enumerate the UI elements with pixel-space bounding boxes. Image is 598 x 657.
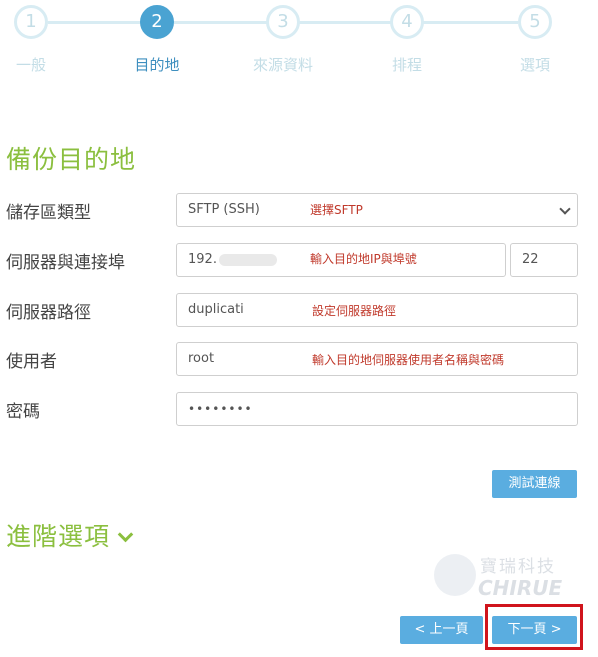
- chevron-down-icon: [559, 203, 571, 215]
- username-value: root: [188, 351, 215, 366]
- step-4-label[interactable]: 排程: [367, 54, 447, 75]
- step-connector: [174, 21, 268, 24]
- server-value: 192.: [188, 252, 217, 267]
- step-1-circle[interactable]: 1: [14, 5, 48, 39]
- server-note: 輸入目的地IP與埠號: [310, 252, 417, 266]
- step-5-label[interactable]: 選項: [495, 54, 575, 75]
- watermark-zh: 寶瑞科技: [480, 557, 556, 577]
- storage-type-note: 選擇SFTP: [310, 203, 363, 217]
- step-3-label[interactable]: 來源資料: [243, 54, 323, 75]
- step-connector: [422, 21, 518, 24]
- step-1-label[interactable]: 一般: [0, 54, 71, 75]
- password-label: 密碼: [6, 402, 40, 422]
- storage-type-select[interactable]: SFTP (SSH): [176, 193, 578, 227]
- password-input[interactable]: ••••••••: [176, 392, 578, 426]
- advanced-options-label: 進階選項: [6, 522, 111, 551]
- port-value: 22: [522, 252, 539, 267]
- username-note: 輸入目的地伺服器使用者名稱與密碼: [312, 353, 505, 367]
- port-input[interactable]: 22: [510, 243, 578, 277]
- next-button-highlight: [485, 604, 583, 650]
- server-path-label: 伺服器路徑: [6, 303, 91, 323]
- step-2-label[interactable]: 目的地: [117, 54, 197, 75]
- server-path-note: 設定伺服器路徑: [312, 304, 397, 318]
- test-connection-button[interactable]: 測試連線: [492, 470, 577, 498]
- wizard-stepper: 1 2 3 4 5 一般 目的地 來源資料 排程 選項: [0, 0, 598, 80]
- redacted-ip: [218, 253, 277, 266]
- step-5-circle[interactable]: 5: [518, 5, 552, 39]
- storage-type-value: SFTP (SSH): [188, 202, 260, 217]
- section-title: 備份目的地: [6, 145, 137, 174]
- storage-type-label: 儲存區類型: [6, 203, 91, 223]
- step-2-circle[interactable]: 2: [140, 5, 174, 39]
- password-value: ••••••••: [188, 402, 253, 416]
- server-path-value: duplicati: [188, 302, 244, 317]
- step-3-circle[interactable]: 3: [266, 5, 300, 39]
- advanced-options-toggle[interactable]: 進階選項: [6, 517, 134, 553]
- prev-button[interactable]: < 上一頁: [400, 616, 483, 644]
- username-label: 使用者: [6, 352, 57, 372]
- step-connector: [48, 21, 144, 24]
- step-connector: [298, 21, 392, 24]
- watermark-en: CHIRUE: [478, 576, 563, 600]
- watermark: 寶瑞科技 CHIRUE: [434, 552, 564, 604]
- server-label: 伺服器與連接埠: [6, 253, 125, 273]
- chevron-down-icon: [117, 526, 134, 543]
- step-4-circle[interactable]: 4: [390, 5, 424, 39]
- watermark-logo: [434, 554, 476, 596]
